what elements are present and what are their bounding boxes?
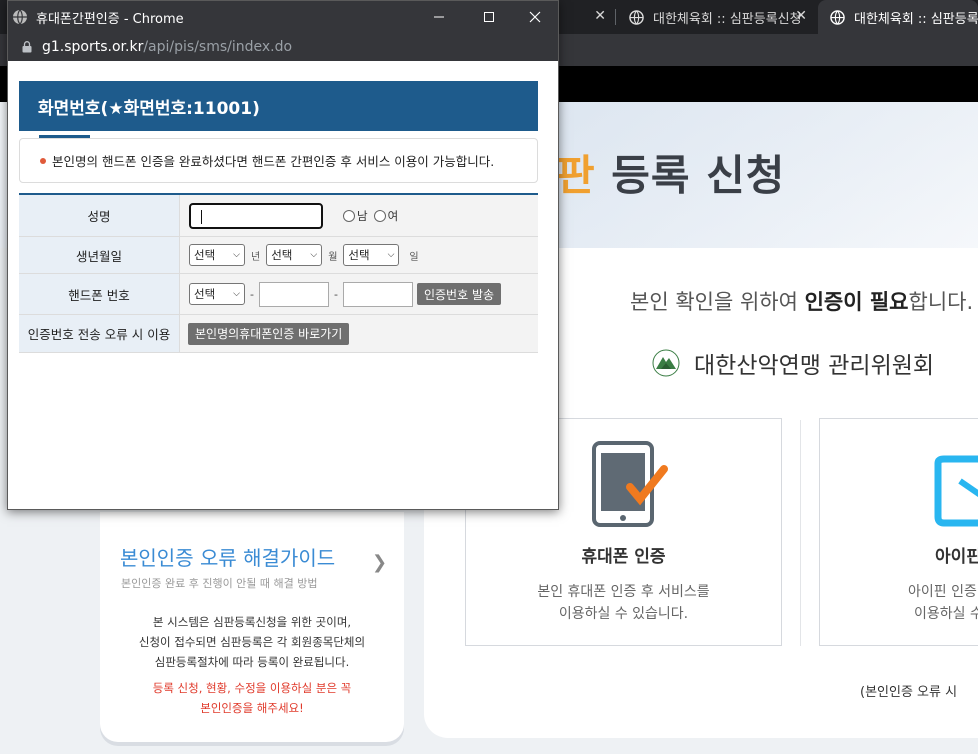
auth-popup-window: 휴대폰간편인증 - Chrome g1.sports.or.kr/api/pis… <box>7 0 559 510</box>
phone-card-desc: 본인 휴대폰 인증 후 서비스를 이용하실 수 있습니다. <box>537 584 710 622</box>
phone-label: 핸드폰 번호 <box>19 274 180 314</box>
globe-icon <box>629 9 644 25</box>
hero-title: 판 등록 신청 <box>556 151 786 200</box>
ipin-icon <box>934 455 978 527</box>
guide-title: 본인인증 오류 해결가이드 <box>120 546 336 570</box>
gender-female-label: 여 <box>387 208 399 223</box>
popup-title: 휴대폰간편인증 - Chrome <box>36 11 184 27</box>
browser-tab-active[interactable]: 대한체육회 :: 심판등록-신 <box>818 0 978 34</box>
ipin-card-title: 아이핀 <box>935 547 978 567</box>
form-row-error: 인증번호 전송 오류 시 이용 본인명의휴대폰인증 바로가기 <box>19 315 538 353</box>
lock-icon <box>22 41 32 53</box>
error-label: 인증번호 전송 오류 시 이용 <box>19 315 180 352</box>
name-label: 성명 <box>19 195 180 236</box>
phone-last-input[interactable] <box>342 281 413 307</box>
ipin-auth-card[interactable]: 아이핀 아이핀 인증 이용하실 수 <box>819 418 978 646</box>
unit-day: 일 <box>409 251 419 263</box>
globe-icon <box>13 9 27 25</box>
auth-required-text: 본인 확인을 위하여 인증이 필요합니다. <box>630 290 974 314</box>
tab-close-icon[interactable]: ✕ <box>594 8 606 24</box>
url-path: /api/pis/sms/index.do <box>143 39 293 55</box>
notice-text: 본인명의 핸드폰 인증을 완료하셨다면 핸드폰 간편인증 후 서비스 이용이 가… <box>52 154 495 169</box>
dash: - <box>250 287 254 301</box>
tab-title: 대한체육회 :: 심판등록신청 <box>653 11 802 27</box>
birth-year-select[interactable]: 선택 ⌵ <box>189 244 245 266</box>
gender-male-radio[interactable] <box>343 209 355 222</box>
form-row-phone: 핸드폰 번호 선택 ⌵ - - 인증번호 발송 <box>19 274 538 315</box>
globe-icon <box>830 9 845 25</box>
form-row-name: 성명 남 여 <box>19 195 538 237</box>
close-icon[interactable] <box>512 1 558 33</box>
minimize-icon[interactable] <box>416 1 462 33</box>
phone-prefix-select[interactable]: 선택 ⌵ <box>189 283 245 305</box>
auth-form: 성명 남 여 생년월일 선택 ⌵ 년 선택 ⌵ 월 선택 ⌵ 일 핸드폰 번호 … <box>19 193 538 353</box>
guide-warning: 등록 신청, 현황, 수정을 이용하실 분은 꼭 본인인증을 해주세요! <box>152 681 352 715</box>
notice-box: 본인명의 핸드폰 인증을 완료하셨다면 핸드폰 간편인증 후 서비스 이용이 가… <box>19 138 538 183</box>
tab-close-icon[interactable]: ✕ <box>795 8 807 24</box>
phone-check-icon <box>592 441 668 527</box>
birth-label: 생년월일 <box>19 237 180 273</box>
popup-content: 화면번호(★화면번호:11001) 본인명의 핸드폰 인증을 완료하셨다면 핸드… <box>8 61 558 509</box>
dash: - <box>333 287 338 301</box>
gender-male-label: 남 <box>357 208 368 223</box>
url-host: g1.sports.or.kr <box>42 39 144 55</box>
maximize-icon[interactable] <box>466 1 512 33</box>
popup-titlebar[interactable]: 휴대폰간편인증 - Chrome <box>8 1 558 33</box>
browser-tab[interactable]: 대한체육회 :: 심판등록신청 ✕ <box>617 0 817 34</box>
mountain-logo-icon <box>652 349 680 377</box>
birth-month-select[interactable]: 선택 ⌵ <box>266 244 323 266</box>
tab-title: 대한체육회 :: 심판등록-신 <box>854 11 978 27</box>
birth-day-select[interactable]: 선택 ⌵ <box>343 244 400 266</box>
unit-year: 년 <box>251 251 261 263</box>
gender-female-radio[interactable] <box>373 209 386 222</box>
chevron-right-icon[interactable]: ❯ <box>372 552 387 573</box>
self-auth-button[interactable]: 본인명의휴대폰인증 바로가기 <box>188 322 350 345</box>
popup-address-bar[interactable]: g1.sports.or.kr/api/pis/sms/index.do <box>8 33 558 61</box>
bullet-icon <box>40 157 46 164</box>
screen-header: 화면번호(★화면번호:11001) <box>19 81 538 131</box>
auth-error-link[interactable]: (본인인증 오류 시 <box>860 681 957 700</box>
guide-subtitle: 본인인증 완료 후 진행이 안될 때 해결 방법 <box>121 577 318 590</box>
error-guide-card[interactable]: 본인인증 오류 해결가이드 ❯ 본인인증 완료 후 진행이 안될 때 해결 방법… <box>100 512 404 742</box>
send-code-button[interactable]: 인증번호 발송 <box>416 283 502 305</box>
phone-card-title: 휴대폰 인증 <box>581 547 666 567</box>
ipin-card-desc: 아이핀 인증 이용하실 수 <box>908 584 978 622</box>
form-row-birth: 생년월일 선택 ⌵ 년 선택 ⌵ 월 선택 ⌵ 일 <box>19 237 538 274</box>
unit-month: 월 <box>328 251 338 263</box>
phone-middle-input[interactable] <box>258 281 329 307</box>
browser-tab[interactable]: ✕ <box>558 0 616 34</box>
organization: 대한산악연맹 관리위원회 <box>652 346 934 380</box>
guide-body: 본 시스템은 심판등록신청을 위한 곳이며, 신청이 접수되면 심판등록은 각 … <box>138 615 366 669</box>
organization-name: 대한산악연맹 관리위원회 <box>694 353 935 379</box>
name-input[interactable] <box>189 202 323 229</box>
